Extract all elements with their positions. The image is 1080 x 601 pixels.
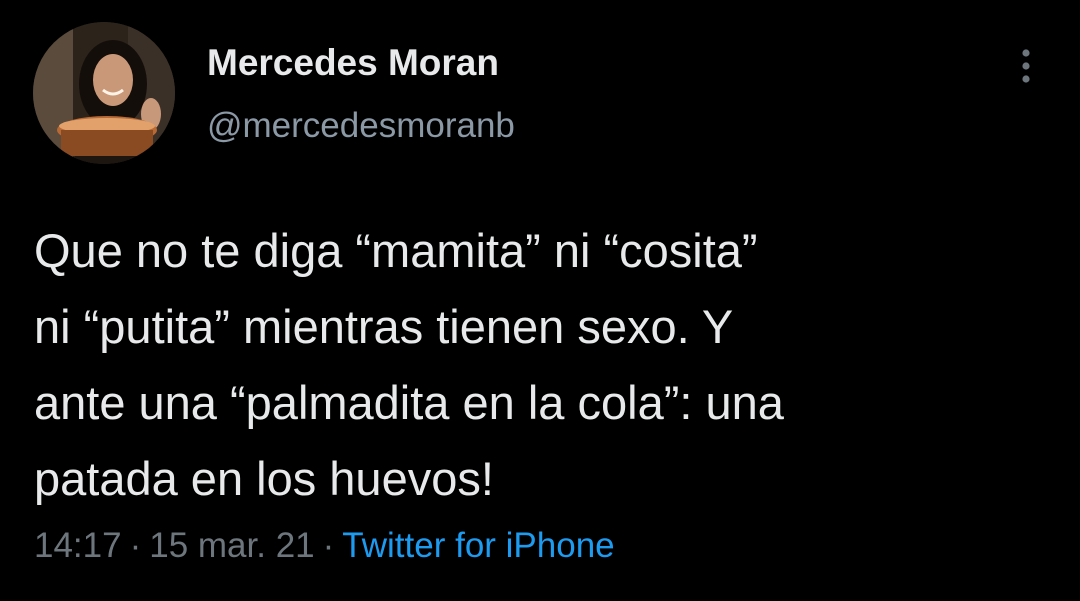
tweet-header: Mercedes Moran @mercedesmoranb	[207, 40, 515, 149]
avatar-photo	[33, 22, 175, 164]
tweet-text-line: ante una “palmadita en la cola”: una	[34, 376, 784, 429]
separator: ·	[129, 526, 142, 565]
tweet-text-line: patada en los huevos!	[34, 452, 494, 505]
user-handle[interactable]: @mercedesmoranb	[207, 103, 515, 149]
more-vertical-icon	[1022, 49, 1030, 83]
tweet-source-link[interactable]: Twitter for iPhone	[342, 526, 614, 565]
tweet-date[interactable]: 15 mar. 21	[149, 526, 314, 565]
tweet-time[interactable]: 14:17	[34, 526, 122, 565]
display-name[interactable]: Mercedes Moran	[207, 40, 515, 86]
tweet-metadata: 14:17 · 15 mar. 21 · Twitter for iPhone	[34, 523, 615, 569]
more-options-button[interactable]	[1006, 42, 1046, 90]
tweet-text-line: Que no te diga “mamita” ni “cosita”	[34, 224, 758, 277]
avatar[interactable]	[33, 22, 175, 164]
tweet-text-line: ni “putita” mientras tienen sexo. Y	[34, 300, 734, 353]
tweet-detail: Mercedes Moran @mercedesmoranb Que no te…	[0, 0, 1080, 601]
separator: ·	[322, 526, 335, 565]
tweet-text: Que no te diga “mamita” ni “cosita” ni “…	[34, 213, 1034, 517]
